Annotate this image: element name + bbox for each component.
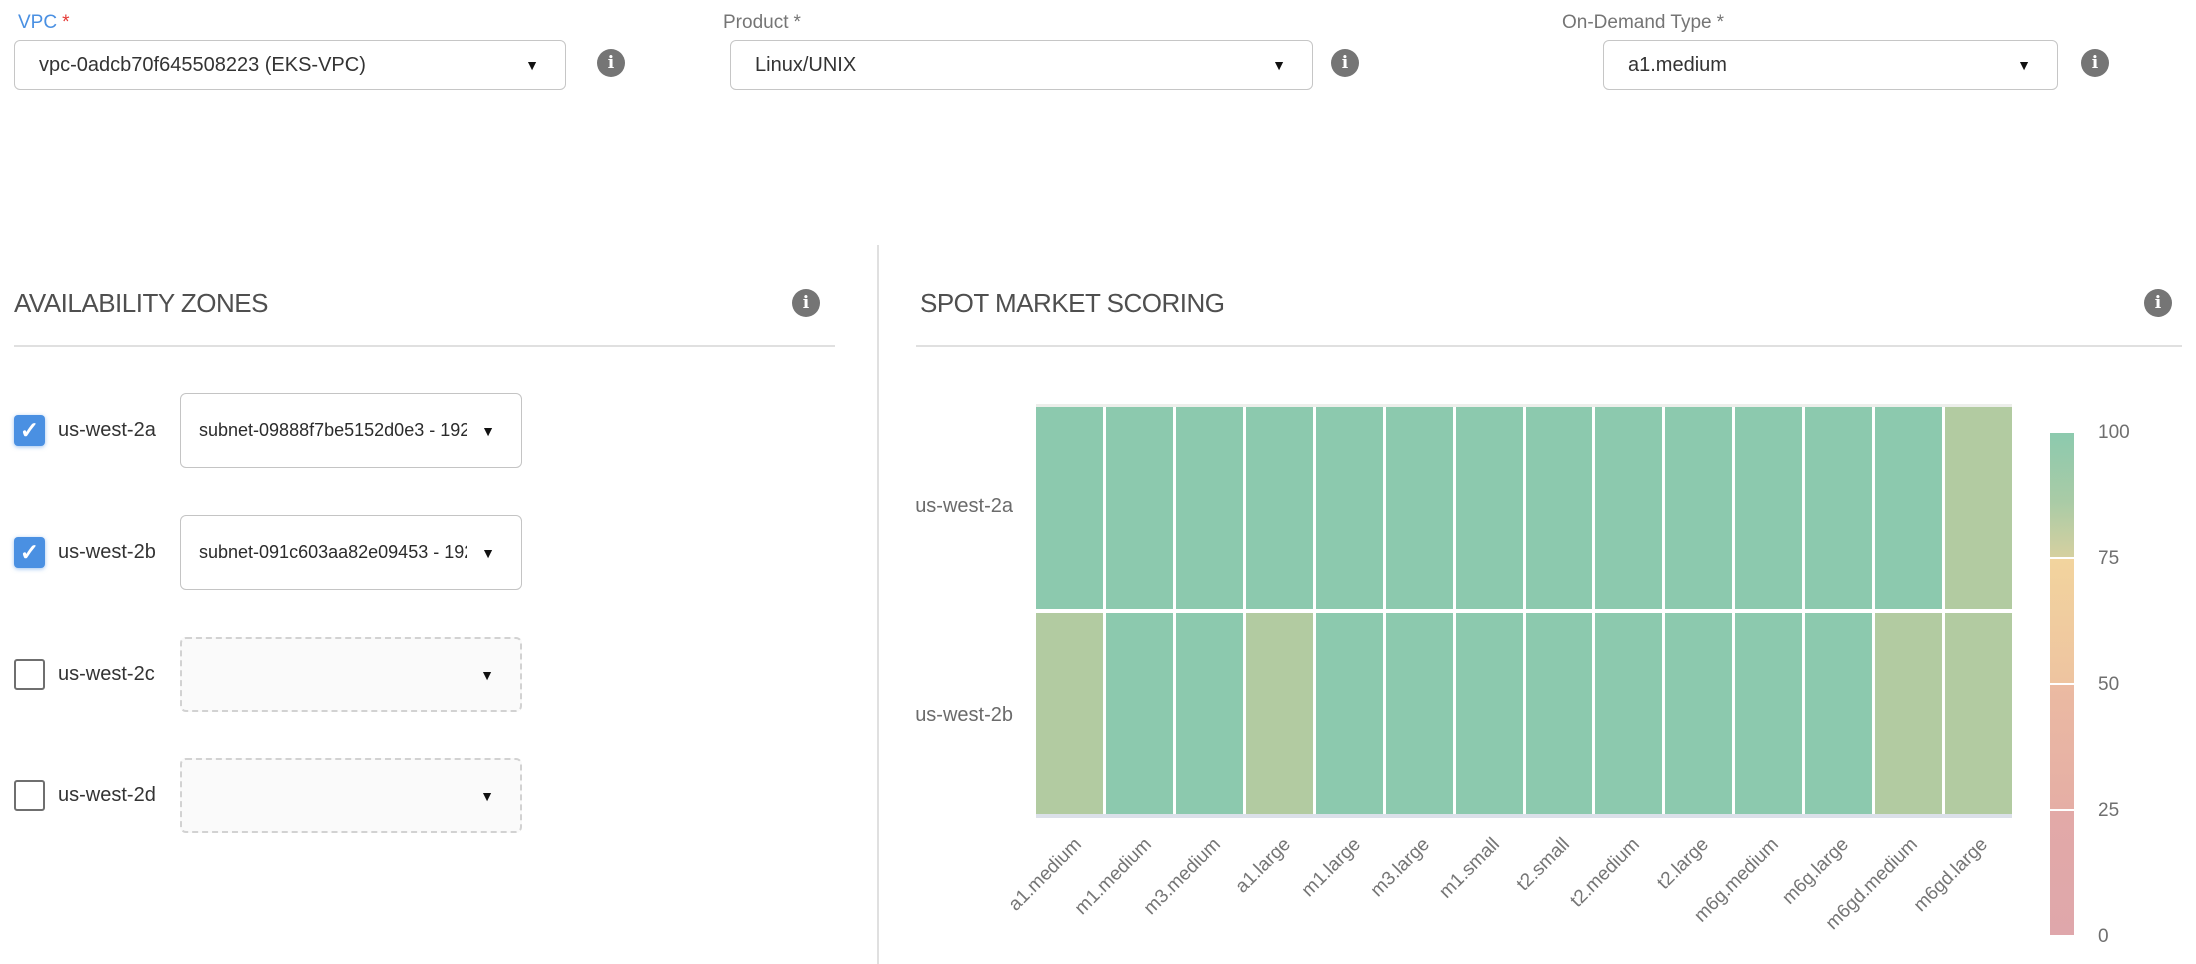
- on-demand-type-label-text: On-Demand Type: [1562, 12, 1712, 33]
- checkbox-us-west-2a[interactable]: [14, 415, 45, 446]
- colorbar-segment-25-0: [2050, 811, 2074, 935]
- az-row-us-west-2b: us-west-2b subnet-091c603aa82e09453 - 19…: [0, 515, 877, 590]
- heatmap-cell-us-west-2a-m6g.large[interactable]: [1805, 407, 1872, 609]
- spot-market-scoring-title: SPOT MARKET SCORING: [920, 288, 1224, 319]
- on-demand-type-select[interactable]: a1.medium: [1603, 40, 2058, 90]
- colorbar-tick-50: 50: [2098, 674, 2168, 696]
- subnet-select-us-west-2d[interactable]: [180, 758, 522, 833]
- spot-market-scoring-info-icon[interactable]: [2144, 289, 2172, 317]
- colorbar-segment-50-25: [2050, 685, 2074, 809]
- az-label-us-west-2c: us-west-2c: [58, 637, 155, 712]
- checkbox-us-west-2d[interactable]: [14, 780, 45, 811]
- availability-zones-divider: [14, 345, 835, 347]
- availability-zones-info-icon[interactable]: [792, 289, 820, 317]
- product-label-text: Product: [723, 12, 788, 33]
- heatmap-cell-us-west-2b-m1.large[interactable]: [1316, 613, 1383, 815]
- heatmap-cell-us-west-2b-a1.medium[interactable]: [1036, 613, 1103, 815]
- spot-configuration-page: VPC* vpc-0adcb70f645508223 (EKS-VPC) Pro…: [0, 0, 2196, 964]
- chevron-down-icon: [2017, 58, 2031, 72]
- heatmap-cell-us-west-2b-a1.large[interactable]: [1246, 613, 1313, 815]
- chevron-down-icon: [481, 424, 495, 438]
- heatmap-cell-us-west-2a-m1.large[interactable]: [1316, 407, 1383, 609]
- az-row-us-west-2c: us-west-2c: [0, 637, 877, 712]
- heatmap-cell-us-west-2b-t2.small[interactable]: [1526, 613, 1593, 815]
- product-select-value: Linux/UNIX: [731, 54, 856, 77]
- subnet-select-us-west-2c[interactable]: [180, 637, 522, 712]
- heatmap-row-label-us-west-2a: us-west-2a: [873, 495, 1013, 518]
- on-demand-type-info-icon[interactable]: [2081, 49, 2109, 77]
- heatmap-cell-us-west-2b-t2.medium[interactable]: [1595, 613, 1662, 815]
- on-demand-type-required-mark: *: [1717, 12, 1724, 33]
- az-label-us-west-2d: us-west-2d: [58, 758, 156, 833]
- az-label-us-west-2a: us-west-2a: [58, 393, 156, 468]
- heatmap-cell-us-west-2b-m1.medium[interactable]: [1106, 613, 1173, 815]
- heatmap-cell-us-west-2a-m6gd.medium[interactable]: [1875, 407, 1942, 609]
- heatmap-cell-us-west-2a-m6gd.large[interactable]: [1945, 407, 2012, 609]
- colorbar-segment-75-50: [2050, 559, 2074, 683]
- heatmap-cell-us-west-2a-a1.large[interactable]: [1246, 407, 1313, 609]
- colorbar-tick-100: 100: [2098, 422, 2168, 444]
- heatmap-cell-us-west-2b-m6g.large[interactable]: [1805, 613, 1872, 815]
- vpc-label: VPC*: [18, 12, 69, 34]
- colorbar-tick-0: 0: [2098, 926, 2168, 948]
- product-select[interactable]: Linux/UNIX: [730, 40, 1313, 90]
- az-row-us-west-2d: us-west-2d: [0, 758, 877, 833]
- heatmap-cell-us-west-2b-m3.large[interactable]: [1386, 613, 1453, 815]
- heatmap-row-label-us-west-2b: us-west-2b: [873, 704, 1013, 727]
- heatmap-grid: [1036, 404, 2012, 818]
- az-row-us-west-2a: us-west-2a subnet-09888f7be5152d0e3 - 19…: [0, 393, 877, 468]
- heatmap-cell-us-west-2a-a1.medium[interactable]: [1036, 407, 1103, 609]
- chevron-down-icon: [1272, 58, 1286, 72]
- subnet-value-us-west-2b: subnet-091c603aa82e09453 - 192.168…: [181, 542, 467, 563]
- product-label: Product*: [723, 12, 801, 34]
- heatmap-cell-us-west-2b-m1.small[interactable]: [1456, 613, 1523, 815]
- chevron-down-icon: [481, 546, 495, 560]
- vpc-required-mark: *: [62, 12, 69, 33]
- heatmap-cell-us-west-2a-m3.medium[interactable]: [1176, 407, 1243, 609]
- subnet-select-us-west-2b[interactable]: subnet-091c603aa82e09453 - 192.168…: [180, 515, 522, 590]
- heatmap-cell-us-west-2a-t2.large[interactable]: [1665, 407, 1732, 609]
- colorbar-segment-100-75: [2050, 433, 2074, 557]
- heatmap-cell-us-west-2a-m1.medium[interactable]: [1106, 407, 1173, 609]
- vpc-info-icon[interactable]: [597, 49, 625, 77]
- vpc-label-text: VPC: [18, 12, 57, 33]
- checkbox-us-west-2c[interactable]: [14, 659, 45, 690]
- heatmap-cell-us-west-2b-m3.medium[interactable]: [1176, 613, 1243, 815]
- on-demand-type-label: On-Demand Type*: [1562, 12, 1724, 34]
- chevron-down-icon: [480, 668, 494, 682]
- heatmap-cell-us-west-2a-t2.medium[interactable]: [1595, 407, 1662, 609]
- heatmap-cell-us-west-2b-m6gd.large[interactable]: [1945, 613, 2012, 815]
- heatmap-cell-us-west-2b-m6g.medium[interactable]: [1735, 613, 1802, 815]
- vpc-select[interactable]: vpc-0adcb70f645508223 (EKS-VPC): [14, 40, 566, 90]
- heatmap-cell-us-west-2a-m1.small[interactable]: [1456, 407, 1523, 609]
- subnet-select-us-west-2a[interactable]: subnet-09888f7be5152d0e3 - 192.168…: [180, 393, 522, 468]
- spot-market-scoring-divider: [916, 345, 2182, 347]
- chevron-down-icon: [525, 58, 539, 72]
- section-divider: [877, 245, 879, 964]
- product-info-icon[interactable]: [1331, 49, 1359, 77]
- heatmap-cell-us-west-2a-m3.large[interactable]: [1386, 407, 1453, 609]
- availability-zones-title: AVAILABILITY ZONES: [14, 288, 268, 319]
- colorbar-tick-75: 75: [2098, 548, 2168, 570]
- checkbox-us-west-2b[interactable]: [14, 537, 45, 568]
- chevron-down-icon: [480, 789, 494, 803]
- heatmap-cell-us-west-2a-m6g.medium[interactable]: [1735, 407, 1802, 609]
- subnet-value-us-west-2a: subnet-09888f7be5152d0e3 - 192.168…: [181, 420, 467, 441]
- vpc-select-value: vpc-0adcb70f645508223 (EKS-VPC): [15, 54, 366, 77]
- colorbar-tick-25: 25: [2098, 800, 2168, 822]
- product-required-mark: *: [793, 12, 800, 33]
- on-demand-type-select-value: a1.medium: [1604, 54, 1727, 77]
- az-label-us-west-2b: us-west-2b: [58, 515, 156, 590]
- heatmap-cell-us-west-2b-t2.large[interactable]: [1665, 613, 1732, 815]
- heatmap-cell-us-west-2a-t2.small[interactable]: [1526, 407, 1593, 609]
- heatmap-cell-us-west-2b-m6gd.medium[interactable]: [1875, 613, 1942, 815]
